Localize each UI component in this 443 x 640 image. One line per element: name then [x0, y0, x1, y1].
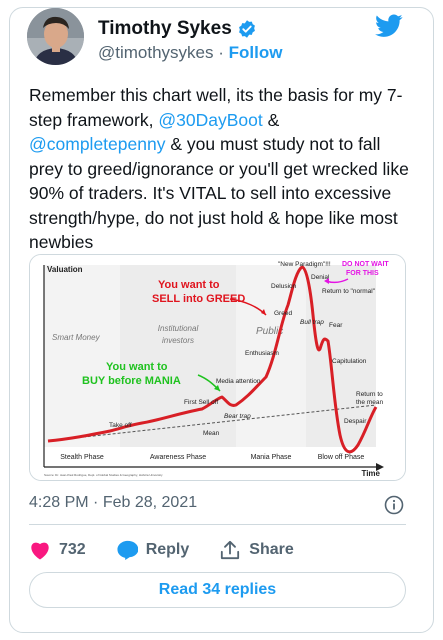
y-axis-label: Valuation [47, 265, 83, 274]
tweet-text: Remember this chart well, its the basis … [29, 83, 409, 255]
tweet-date: Feb 28, 2021 [102, 494, 198, 511]
read-replies-button[interactable]: Read 34 replies [29, 572, 406, 608]
phase-awareness: Awareness Phase [150, 454, 206, 461]
wait-callout-1: DO NOT WAIT [342, 261, 389, 268]
market-cycle-chart-image: Valuation Time Smart Money Institutional… [30, 255, 405, 480]
read-replies-label: Read 34 replies [158, 581, 277, 598]
share-icon [221, 540, 240, 560]
label-fear: Fear [329, 322, 343, 329]
label-mean: Mean [203, 430, 220, 437]
phase-mania: Mania Phase [251, 454, 292, 461]
action-bar: 732 Reply Share [29, 536, 324, 564]
label-media-attention: Media attention [216, 378, 261, 385]
mention-completepenny[interactable]: @completepenny [29, 134, 165, 154]
follow-link[interactable]: Follow [229, 43, 283, 62]
label-new-paradigm: "New Paradigm"!!! [278, 261, 331, 268]
handle-separator: · [218, 43, 224, 62]
x-axis-label: Time [361, 469, 380, 478]
verified-badge-icon [238, 20, 255, 38]
author-name-row: Timothy Sykes [98, 18, 257, 40]
wait-callout-2: FOR THIS [346, 270, 379, 277]
label-bull-trap: Bull trap [300, 319, 324, 326]
label-delusion: Delusion [271, 283, 297, 290]
share-button[interactable]: Share [219, 540, 294, 560]
reply-bubble-icon [117, 540, 138, 560]
region-institutional-1: Institutional [158, 324, 199, 333]
like-button[interactable]: 732 [29, 540, 86, 560]
tweet-text-part-2: & [262, 109, 280, 130]
label-return-to-normal: Return to "normal" [322, 288, 376, 295]
info-icon[interactable] [384, 495, 404, 515]
author-name[interactable]: Timothy Sykes [98, 18, 232, 40]
label-return-to-mean-2: the mean [356, 399, 383, 406]
share-label: Share [249, 541, 294, 558]
twitter-bird-icon[interactable] [375, 14, 403, 38]
buy-callout-1: You want to [106, 361, 168, 373]
mention-30dayboot[interactable]: @30DayBoot [158, 110, 262, 130]
reply-button[interactable]: Reply [116, 540, 190, 560]
tweet-time: 4:28 PM [29, 494, 89, 511]
label-take-off: Take off [109, 422, 132, 429]
tweet-image[interactable]: Valuation Time Smart Money Institutional… [29, 254, 406, 481]
heart-icon [31, 542, 49, 560]
label-greed: Greed [274, 310, 292, 317]
author-handle-row: @timothysykes · Follow [98, 43, 282, 63]
label-first-sell-off: First Sell off [184, 399, 218, 406]
label-bear-trap: Bear trap [224, 413, 251, 420]
region-smart-money: Smart Money [52, 333, 101, 342]
tweet-timestamp[interactable]: 4:28 PM · Feb 28, 2021 [29, 494, 197, 512]
like-count: 732 [59, 541, 86, 558]
chart-source: Source: Dr. Jean-Paul Rodrigue, Dept. of… [44, 473, 163, 477]
phase-blow-off: Blow off Phase [318, 454, 365, 461]
avatar[interactable] [27, 8, 84, 65]
phase-stealth: Stealth Phase [60, 454, 104, 461]
sell-callout-1: You want to [158, 279, 220, 291]
author-handle[interactable]: @timothysykes [98, 43, 214, 62]
timestamp-separator: · [93, 494, 99, 511]
label-despair: Despair [344, 418, 367, 425]
divider [29, 524, 406, 525]
buy-callout-2: BUY before MANIA [82, 375, 181, 387]
reply-label: Reply [145, 541, 190, 558]
label-return-to-mean-1: Return to [356, 391, 383, 398]
region-institutional-2: investors [162, 336, 194, 345]
label-capitulation: Capitulation [332, 358, 367, 365]
label-enthusiasm: Enthusiasm [245, 350, 279, 357]
